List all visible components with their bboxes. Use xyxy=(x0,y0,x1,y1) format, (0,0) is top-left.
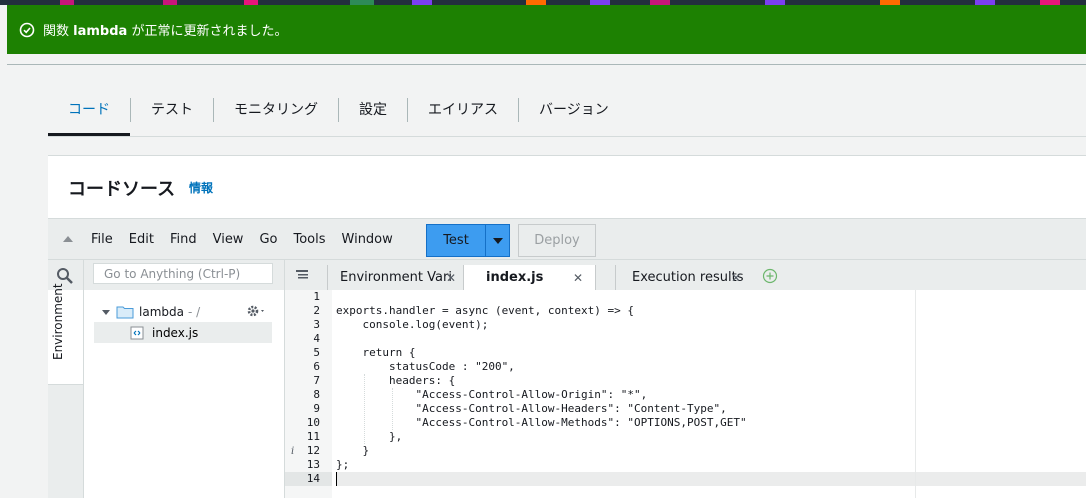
line-number: 5 xyxy=(313,346,320,359)
page-title: コードソース xyxy=(68,179,176,200)
code-line: }, xyxy=(336,430,403,443)
line-number: 7 xyxy=(313,374,320,387)
line-number: 11 xyxy=(306,430,320,443)
tree-root-folder[interactable]: lambda - / xyxy=(102,305,200,319)
ide-menubar: File Edit Find View Go Tools Window Test… xyxy=(48,218,1086,260)
success-flash-banner: 関数 lambda が正常に更新されました。 xyxy=(7,5,1086,54)
menu-window[interactable]: Window xyxy=(342,232,393,247)
file-tree-panel: lambda - / index.js xyxy=(84,260,285,498)
js-file-icon xyxy=(130,326,144,339)
line-number: 4 xyxy=(313,332,320,345)
deploy-button[interactable]: Deploy xyxy=(518,224,596,257)
add-tab-icon[interactable] xyxy=(762,268,778,284)
collapse-arrow-icon[interactable] xyxy=(63,236,73,242)
info-link[interactable]: 情報 xyxy=(189,179,213,196)
tab-test[interactable]: テスト xyxy=(130,98,213,122)
menu-edit[interactable]: Edit xyxy=(129,232,154,247)
code-line: exports.handler = async (event, context)… xyxy=(336,304,635,317)
tab-aliases[interactable]: エイリアス xyxy=(407,98,518,122)
line-number: 1 xyxy=(313,290,320,303)
tab-configuration[interactable]: 設定 xyxy=(338,98,407,122)
panel-border xyxy=(7,54,1086,65)
function-tabs: コード テスト モニタリング 設定 エイリアス バージョン xyxy=(48,84,1086,137)
current-line-highlight xyxy=(336,472,1086,486)
line-number: 3 xyxy=(313,318,320,331)
tab-list-icon[interactable] xyxy=(295,268,309,282)
tab-versions[interactable]: バージョン xyxy=(518,98,629,122)
close-icon[interactable]: ✕ xyxy=(573,265,583,290)
close-icon[interactable]: ✕ xyxy=(731,265,741,290)
code-line: "Access-Control-Allow-Origin": "*", xyxy=(336,388,648,401)
check-circle-icon xyxy=(19,22,35,37)
tab-index-js[interactable]: index.js ✕ xyxy=(463,265,596,290)
editor-tab-strip: Environment Vari ✕ index.js ✕ Execution … xyxy=(285,260,1086,290)
tab-index-js-label: index.js xyxy=(486,270,544,285)
code-editor[interactable]: i 1 2 3 4 5 6 7 8 9 10 11 12 13 14 expor… xyxy=(285,290,1086,498)
code-source-panel: コードソース 情報 File Edit Find View Go Tools W… xyxy=(48,155,1086,498)
line-number: 6 xyxy=(313,360,320,373)
code-line: } xyxy=(336,444,370,457)
code-line: headers: { xyxy=(336,374,456,387)
flash-message: 関数 lambda が正常に更新されました。 xyxy=(43,24,288,39)
goto-anything-input[interactable]: Go to Anything (Ctrl-P) xyxy=(93,263,273,284)
test-button[interactable]: Test xyxy=(426,224,510,257)
environment-tab[interactable]: Environment xyxy=(48,283,83,385)
folder-icon xyxy=(116,306,134,319)
active-tab-indicator xyxy=(48,133,130,136)
test-dropdown-button[interactable] xyxy=(486,225,509,256)
line-number-gutter: i 1 2 3 4 5 6 7 8 9 10 11 12 13 14 xyxy=(285,290,332,498)
ide-left-rail: Environment xyxy=(48,260,84,498)
caret-down-icon xyxy=(492,237,503,244)
tree-file-label: index.js xyxy=(152,325,199,340)
gear-icon[interactable] xyxy=(246,304,268,318)
line-number: 13 xyxy=(306,458,320,471)
menu-view[interactable]: View xyxy=(213,232,244,247)
menu-go[interactable]: Go xyxy=(259,232,277,247)
code-line: "Access-Control-Allow-Methods": "OPTIONS… xyxy=(336,416,747,429)
tab-code[interactable]: コード xyxy=(48,98,130,122)
code-line: statusCode : "200", xyxy=(336,360,515,373)
tab-execution-results[interactable]: Execution results ✕ xyxy=(615,265,745,290)
close-icon[interactable]: ✕ xyxy=(446,265,456,290)
line-number: 14 xyxy=(306,472,320,485)
tree-root-label: lambda xyxy=(139,305,184,319)
code-line: console.log(event); xyxy=(336,318,489,331)
code-line: }; xyxy=(336,458,350,471)
tab-environment-variables-label: Environment Vari xyxy=(340,270,452,285)
line-number: 8 xyxy=(313,388,320,401)
menu-file[interactable]: File xyxy=(91,232,113,247)
line-number: 2 xyxy=(313,304,320,317)
tab-monitoring[interactable]: モニタリング xyxy=(213,98,338,122)
environment-tab-label: Environment xyxy=(51,283,65,360)
test-button-label[interactable]: Test xyxy=(427,225,486,256)
code-line: "Access-Control-Allow-Headers": "Content… xyxy=(336,402,727,415)
tree-file-index-js[interactable]: index.js xyxy=(94,322,272,343)
tab-execution-results-label: Execution results xyxy=(632,270,744,285)
tab-environment-variables[interactable]: Environment Vari ✕ xyxy=(327,265,460,290)
menu-tools[interactable]: Tools xyxy=(293,232,325,247)
line-number: 9 xyxy=(313,402,320,415)
text-cursor xyxy=(336,472,337,486)
print-margin xyxy=(915,290,916,498)
code-line: return { xyxy=(336,346,416,359)
menu-find[interactable]: Find xyxy=(170,232,197,247)
tree-root-suffix: - / xyxy=(187,305,201,319)
expand-caret-icon[interactable] xyxy=(102,309,110,315)
code-area[interactable]: exports.handler = async (event, context)… xyxy=(336,290,1086,498)
line-number: 12 xyxy=(306,444,320,457)
line-number: 10 xyxy=(306,416,320,429)
